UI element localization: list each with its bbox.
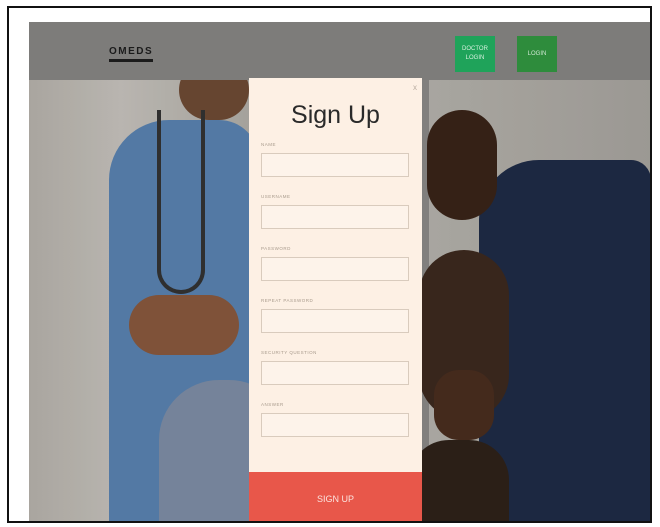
answer-field[interactable]	[261, 413, 409, 437]
security-question-field[interactable]	[261, 361, 409, 385]
page: OMEDS DOCTOR LOGIN LOGIN x Sign Up NAME U…	[29, 22, 650, 521]
password-field[interactable]	[261, 257, 409, 281]
answer-label: ANSWER	[261, 402, 284, 407]
signup-modal: x Sign Up NAME USERNAME PASSWORD REPEAT …	[249, 78, 422, 521]
name-field[interactable]	[261, 153, 409, 177]
site-logo[interactable]: OMEDS	[109, 46, 154, 62]
doctor-login-button[interactable]: DOCTOR LOGIN	[455, 36, 495, 72]
login-button[interactable]: LOGIN	[517, 36, 557, 72]
name-label: NAME	[261, 142, 277, 147]
site-header: OMEDS DOCTOR LOGIN LOGIN	[29, 22, 650, 80]
security-question-label: SECURITY QUESTION	[261, 350, 317, 355]
browser-frame: OMEDS DOCTOR LOGIN LOGIN x Sign Up NAME U…	[7, 6, 652, 523]
close-icon[interactable]: x	[413, 83, 417, 92]
username-label: USERNAME	[261, 194, 291, 199]
repeat-password-label: REPEAT PASSWORD	[261, 298, 314, 303]
sign-up-button[interactable]: SIGN UP	[249, 472, 422, 521]
password-label: PASSWORD	[261, 246, 291, 251]
username-field[interactable]	[261, 205, 409, 229]
modal-title: Sign Up	[291, 101, 380, 129]
repeat-password-field[interactable]	[261, 309, 409, 333]
